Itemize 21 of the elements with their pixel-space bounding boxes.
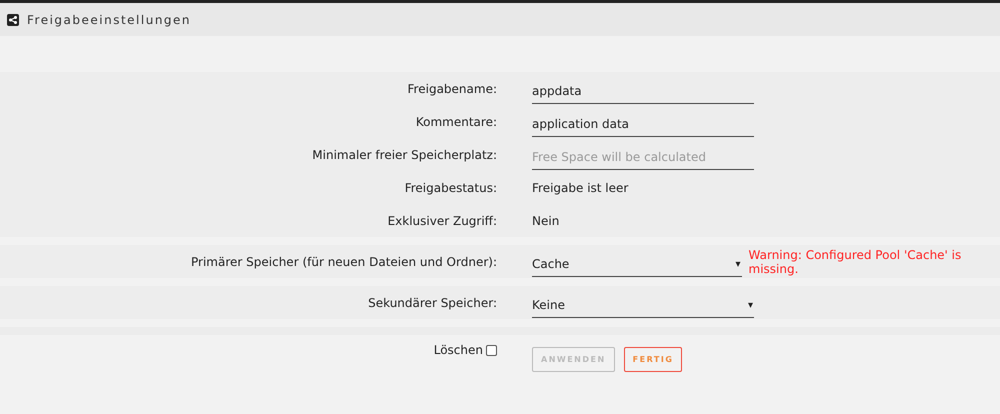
dropdown[interactable]: Cache ▾ <box>532 252 742 276</box>
field-label: Exklusiver Zugriff: <box>386 214 497 228</box>
field-value: Nein <box>532 214 560 228</box>
field-value: Freigabe ist leer <box>532 180 628 194</box>
warning-text: Warning: Configured Pool 'Cache' is missing. <box>748 248 962 276</box>
dropdown[interactable]: Keine ▾ <box>532 294 754 318</box>
checkbox-label: Löschen <box>434 343 483 357</box>
header-title: Freigabeeinstellungen <box>27 12 192 26</box>
share-icon <box>7 14 19 26</box>
checkbox[interactable] <box>486 344 497 356</box>
field-label: Sekundärer Speicher: <box>367 296 497 310</box>
input-field[interactable]: application data <box>532 112 754 137</box>
caret-icon: ▾ <box>735 258 741 270</box>
field-label: Kommentare: <box>414 114 497 128</box>
field-label: Minimaler freier Speicherplatz: <box>311 148 497 162</box>
field-label: Freigabestatus: <box>404 180 497 194</box>
input-field[interactable]: Free Space will be calculated <box>532 145 754 170</box>
caret-icon: ▾ <box>748 300 753 310</box>
field-label: Freigabename: <box>406 82 497 96</box>
input-field[interactable]: appdata <box>532 79 754 104</box>
field-label: Primärer Speicher (für neuen Dateien und Ordner): <box>190 254 497 268</box>
